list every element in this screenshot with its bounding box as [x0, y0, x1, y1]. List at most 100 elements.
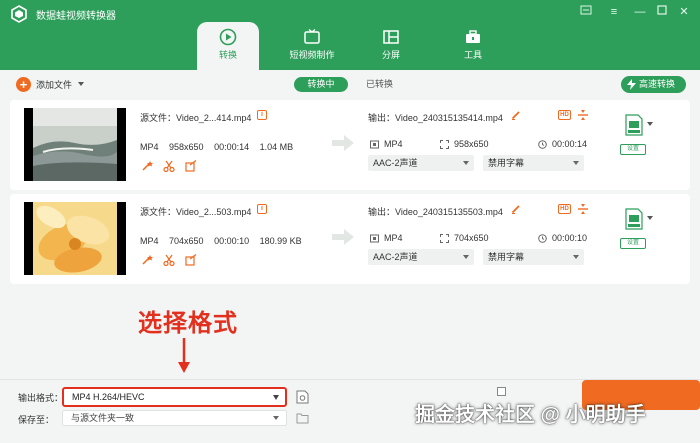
subtitle-select[interactable]: 禁用字幕	[483, 249, 584, 265]
magic-wand-icon[interactable]	[141, 254, 153, 266]
plus-icon: +	[16, 76, 31, 92]
video-thumbnail[interactable]	[24, 108, 126, 181]
format-settings-icon[interactable]	[296, 390, 309, 404]
title-bar: 数据蛙视频转换器 ≡ — ✕ 转换 短视频制作 分屏 工具	[0, 0, 700, 70]
audio-select-value: AAC-2声道	[373, 158, 418, 168]
mp4-format-icon[interactable]	[625, 114, 643, 136]
film-icon	[370, 234, 379, 242]
tab-short-video[interactable]: 短视频制作	[284, 22, 340, 70]
add-file-label: 添加文件	[36, 79, 73, 90]
watermark-text: 掘金技术社区 @ 小明助手	[415, 404, 646, 426]
output-resolution-info: 958x650	[440, 139, 489, 149]
minimize-icon[interactable]: —	[632, 4, 648, 20]
annotation-text: 选择格式	[138, 310, 238, 337]
clock-icon	[538, 139, 547, 149]
subtitle-select[interactable]: 禁用字幕	[483, 155, 584, 171]
magic-wand-icon[interactable]	[141, 160, 153, 172]
add-file-button[interactable]: + 添加文件	[16, 76, 85, 92]
output-format-info: MP4	[370, 233, 403, 243]
split-screen-icon	[383, 30, 399, 44]
audio-select-value: AAC-2声道	[373, 252, 418, 262]
output-format-info: MP4	[370, 139, 403, 149]
chevron-down-icon[interactable]	[647, 122, 653, 126]
merge-checkbox[interactable]	[497, 387, 506, 396]
maximize-icon[interactable]	[654, 4, 670, 20]
tab-label: 转换	[218, 50, 237, 60]
settings-button[interactable]: 设置	[620, 238, 646, 249]
tv-icon	[304, 29, 320, 44]
source-format: MP4	[140, 142, 159, 152]
tab-converting[interactable]: 转换中	[294, 77, 348, 92]
save-to-select[interactable]: 与源文件夹一致	[62, 410, 287, 426]
output-resolution-info: 704x650	[440, 233, 489, 243]
file-card: 源文件：Video_2...503.mp4 i MP4 704x650 00:0…	[10, 194, 690, 284]
tab-converted[interactable]: 已转换	[366, 77, 393, 92]
output-format-select[interactable]: MP4 H.264/HEVC	[62, 387, 287, 407]
file-card: 源文件：Video_2...414.mp4 i MP4 958x650 00:0…	[10, 100, 690, 190]
pencil-icon[interactable]	[511, 204, 521, 214]
scissors-icon[interactable]	[163, 160, 175, 172]
app-title: 数据蛙视频转换器	[36, 11, 116, 22]
video-thumbnail[interactable]	[24, 202, 126, 275]
output-format: MP4	[384, 139, 403, 149]
close-icon[interactable]: ✕	[676, 4, 692, 20]
chevron-down-icon[interactable]	[78, 82, 85, 86]
scissors-icon[interactable]	[163, 254, 175, 266]
source-meta: MP4 958x650 00:00:14 1.04 MB	[140, 142, 301, 152]
source-resolution: 958x650	[169, 142, 204, 152]
source-meta: MP4 704x650 00:00:10 180.99 KB	[140, 236, 310, 246]
file-info-icon[interactable]: i	[257, 110, 267, 120]
tab-tools[interactable]: 工具	[446, 22, 500, 70]
toolbox-icon	[466, 30, 480, 43]
arrow-right-icon	[332, 135, 354, 151]
source-duration: 00:00:10	[214, 236, 250, 246]
source-duration: 00:00:14	[214, 142, 250, 152]
tab-label: 短视频制作	[289, 50, 335, 60]
resolution-icon	[440, 139, 449, 149]
fast-convert-label: 高速转换	[639, 79, 676, 89]
tab-split-screen[interactable]: 分屏	[364, 22, 418, 70]
arrow-right-icon	[332, 229, 354, 245]
minimize-to-tray-icon[interactable]	[578, 4, 594, 20]
output-duration: 00:00:14	[552, 139, 588, 149]
output-file-name: 输出：Video_240315135414.mp4	[368, 113, 503, 123]
chevron-down-icon[interactable]	[647, 216, 653, 220]
folder-icon[interactable]	[296, 411, 309, 425]
output-file-name: 输出：Video_240315135503.mp4	[368, 207, 503, 217]
output-resolution: 958x650	[454, 139, 489, 149]
output-resolution: 704x650	[454, 233, 489, 243]
source-resolution: 704x650	[169, 236, 204, 246]
fast-convert-button[interactable]: 高速转换	[621, 76, 686, 93]
subtitle-select-value: 禁用字幕	[488, 252, 525, 262]
output-format-value: MP4 H.264/HEVC	[72, 392, 145, 402]
audio-select[interactable]: AAC-2声道	[368, 249, 474, 265]
output-format: MP4	[384, 233, 403, 243]
edit-clip-icon[interactable]	[185, 160, 197, 172]
film-icon	[370, 140, 379, 148]
edit-tools	[141, 160, 197, 172]
audio-select[interactable]: AAC-2声道	[368, 155, 474, 171]
landscape-thumbnail-image	[33, 108, 117, 181]
tab-convert[interactable]: 转换	[197, 22, 259, 70]
output-format-label: 输出格式：	[18, 393, 64, 403]
hd-icon[interactable]: HD	[558, 110, 571, 120]
output-duration-info: 00:00:14	[538, 139, 587, 149]
compress-icon[interactable]	[577, 109, 589, 121]
save-to-label: 保存至：	[18, 415, 55, 425]
pencil-icon[interactable]	[511, 110, 521, 120]
source-file-name: 源文件：Video_2...414.mp4	[140, 113, 252, 123]
convert-icon	[219, 28, 237, 46]
source-format: MP4	[140, 236, 159, 246]
tab-label: 工具	[463, 50, 482, 60]
hd-icon[interactable]: HD	[558, 204, 571, 214]
settings-button[interactable]: 设置	[620, 144, 646, 155]
toolbar: + 添加文件 转换中 已转换 高速转换	[0, 70, 700, 100]
edit-clip-icon[interactable]	[185, 254, 197, 266]
compress-icon[interactable]	[577, 203, 589, 215]
mp4-format-icon[interactable]	[625, 208, 643, 230]
app-logo-icon	[11, 5, 27, 23]
save-to-value: 与源文件夹一致	[71, 413, 135, 423]
file-info-icon[interactable]: i	[257, 204, 267, 214]
menu-icon[interactable]: ≡	[606, 4, 622, 20]
clock-icon	[538, 233, 547, 243]
